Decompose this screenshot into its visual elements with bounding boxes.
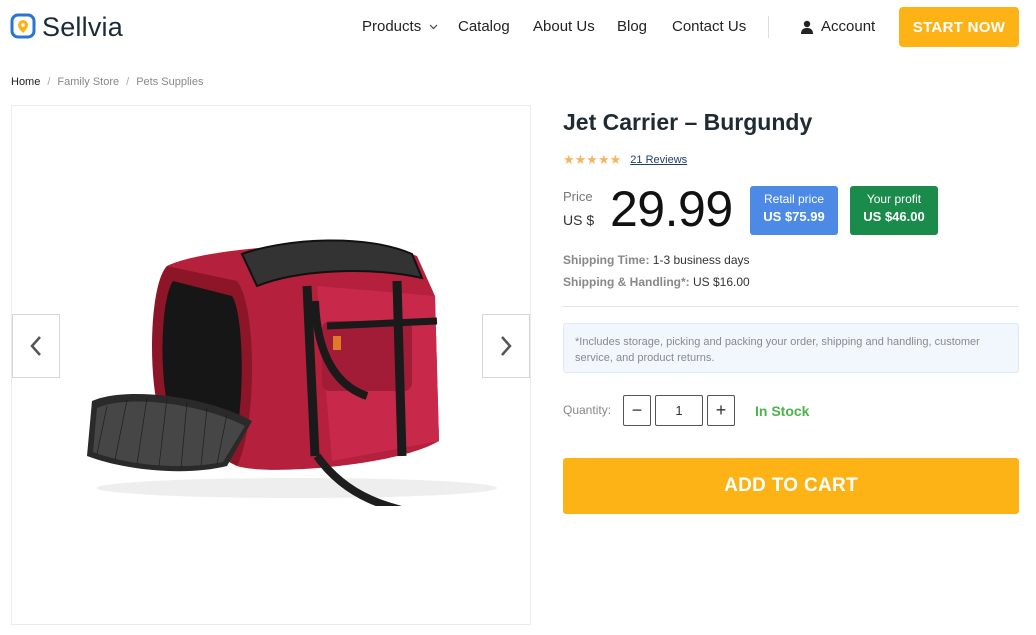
profit-badge: Your profit US $46.00 — [850, 186, 938, 235]
shipping-time: Shipping Time: 1-3 business days — [563, 253, 750, 267]
breadcrumb-separator: / — [126, 76, 130, 88]
nav-item-blog[interactable]: Blog — [617, 18, 647, 35]
retail-price-value: US $75.99 — [763, 209, 825, 224]
location-pin-logo-icon — [10, 13, 36, 38]
breadcrumb-pets-supplies[interactable]: Pets Supplies — [136, 76, 203, 88]
product-rating: ★★★★★ 21 Reviews — [563, 152, 687, 168]
nav-item-contact-us[interactable]: Contact Us — [672, 18, 746, 35]
nav-item-catalog[interactable]: Catalog — [458, 18, 510, 35]
profit-label: Your profit — [866, 192, 922, 206]
nav-item-products[interactable]: Products — [362, 18, 438, 35]
nav-item-about-us[interactable]: About Us — [533, 18, 595, 35]
price-currency: US $ — [563, 212, 595, 228]
product-title: Jet Carrier – Burgundy — [563, 109, 813, 135]
site-header: Sellvia Products Catalog About Us Blog C… — [0, 0, 1036, 54]
quantity-label: Quantity: — [563, 403, 612, 417]
shipping-time-value: 1-3 business days — [652, 253, 750, 267]
nav-divider — [768, 16, 769, 38]
breadcrumb-family-store[interactable]: Family Store — [57, 76, 119, 88]
logo[interactable]: Sellvia — [10, 12, 123, 43]
start-now-button[interactable]: START NOW — [899, 7, 1019, 47]
brand-name: Sellvia — [42, 12, 123, 42]
divider — [563, 306, 1019, 307]
price-value: 29.99 — [610, 181, 733, 237]
product-image — [87, 239, 497, 506]
shipping-note: *Includes storage, picking and packing y… — [563, 323, 1019, 373]
breadcrumb-separator: / — [47, 76, 51, 88]
product-gallery — [11, 105, 531, 625]
nav-item-label: Products — [362, 18, 422, 35]
stock-status: In Stock — [755, 403, 810, 419]
gallery-next-button[interactable] — [482, 314, 530, 378]
shipping-time-label: Shipping Time: — [563, 253, 650, 267]
retail-price-label: Retail price — [763, 192, 825, 206]
quantity-input[interactable] — [655, 395, 703, 426]
chevron-right-icon — [501, 336, 512, 356]
account-link[interactable]: Account — [800, 18, 875, 35]
add-to-cart-button[interactable]: ADD TO CART — [563, 458, 1019, 514]
price-label: Price — [563, 189, 593, 204]
quantity-decrement-button[interactable]: − — [623, 395, 651, 426]
shipping-handling-value: US $16.00 — [693, 275, 750, 289]
breadcrumb: Home / Family Store / Pets Supplies — [11, 76, 203, 88]
profit-value: US $46.00 — [863, 209, 925, 224]
reviews-link[interactable]: 21 Reviews — [630, 154, 687, 166]
account-label: Account — [821, 18, 876, 35]
user-icon — [801, 20, 813, 34]
shipping-handling-label: Shipping & Handling*: — [563, 275, 690, 289]
breadcrumb-home[interactable]: Home — [11, 76, 40, 88]
gallery-prev-button[interactable] — [12, 314, 60, 378]
star-rating-icons: ★★★★★ — [563, 152, 622, 167]
chevron-down-icon — [429, 24, 438, 30]
shipping-handling: Shipping & Handling*: US $16.00 — [563, 275, 750, 289]
quantity-increment-button[interactable]: + — [707, 395, 735, 426]
retail-price-badge: Retail price US $75.99 — [750, 186, 838, 235]
chevron-left-icon — [30, 336, 41, 356]
